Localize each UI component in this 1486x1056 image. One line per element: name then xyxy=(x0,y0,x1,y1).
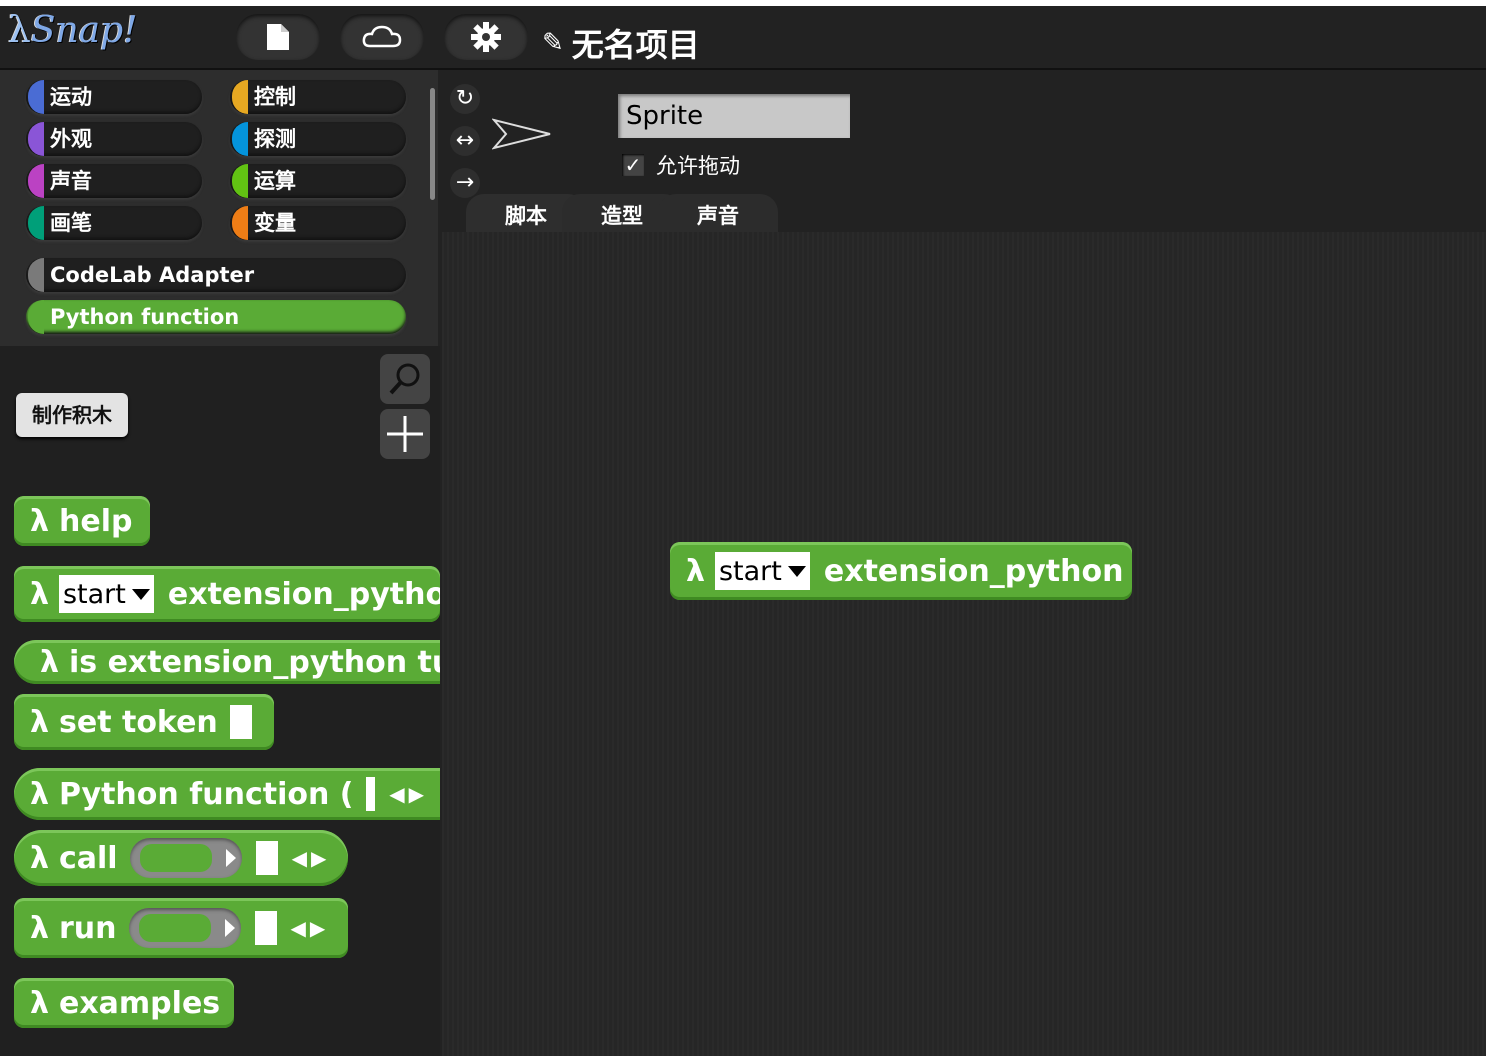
lambda-icon: λ xyxy=(30,840,49,876)
action-dropdown[interactable]: start xyxy=(58,575,154,613)
triangle-right-icon xyxy=(224,919,235,937)
block-label: extension_pytho xyxy=(167,576,440,612)
sprite-arrow-icon xyxy=(492,118,551,150)
category-label: 探测 xyxy=(254,127,296,151)
call-block[interactable]: λ call ◀▶ xyxy=(14,830,348,886)
arity-arrows-icon[interactable]: ◀▶ xyxy=(389,782,428,806)
caret-down-icon xyxy=(131,588,150,600)
category-label: 运算 xyxy=(254,169,296,193)
magnifier-icon xyxy=(389,363,420,395)
allow-drag-label: 允许拖动 xyxy=(656,154,740,178)
help-block[interactable]: λ help xyxy=(14,496,150,546)
allow-drag-row[interactable]: ✓ 允许拖动 xyxy=(622,150,740,180)
lambda-icon: λ xyxy=(40,644,59,680)
tab-sounds[interactable]: 声音 xyxy=(658,194,778,236)
file-button[interactable] xyxy=(236,14,320,60)
python-function-reporter-block[interactable]: λ Python function ( ◀▶ xyxy=(14,768,440,820)
top-bar: λSnap! ✎ 无名项目 xyxy=(0,6,1486,70)
gear-icon xyxy=(471,22,501,52)
category-control[interactable]: 控制 xyxy=(230,80,406,114)
project-title: 无名项目 xyxy=(571,26,700,64)
lambda-icon: λ xyxy=(30,776,49,812)
category-operators[interactable]: 运算 xyxy=(230,164,406,198)
script-extension-python-block[interactable]: λ start extension_python xyxy=(670,542,1132,600)
category-sound[interactable]: 声音 xyxy=(26,164,202,198)
category-label: Python function xyxy=(50,305,240,329)
script-area[interactable] xyxy=(442,232,1486,1056)
category-color-swatch xyxy=(232,206,248,240)
file-icon xyxy=(267,24,289,50)
category-color-swatch xyxy=(28,122,44,156)
block-label: run xyxy=(58,910,117,946)
pencil-icon: ✎ xyxy=(542,28,564,58)
cloud-icon xyxy=(362,25,402,48)
category-label: 外观 xyxy=(50,127,92,151)
caret-down-icon xyxy=(787,565,806,577)
category-color-swatch xyxy=(232,122,248,156)
settings-button[interactable] xyxy=(444,14,528,60)
category-color-swatch xyxy=(28,300,44,334)
sprite-name-input[interactable]: Sprite xyxy=(618,94,850,138)
category-label: 变量 xyxy=(254,211,296,235)
call-input-slot[interactable] xyxy=(255,841,278,875)
category-label: 控制 xyxy=(254,85,296,109)
category-sensing[interactable]: 探测 xyxy=(230,122,406,156)
category-variables[interactable]: 变量 xyxy=(230,206,406,240)
function-input-slot[interactable] xyxy=(365,777,376,811)
ring-slot[interactable] xyxy=(129,838,242,878)
category-looks[interactable]: 外观 xyxy=(26,122,202,156)
plus-icon xyxy=(387,416,423,452)
category-color-swatch xyxy=(28,206,44,240)
block-label: set token xyxy=(58,704,218,740)
category-label: CodeLab Adapter xyxy=(50,263,255,287)
run-input-slot[interactable] xyxy=(254,911,277,945)
make-block-button[interactable]: 制作积木 xyxy=(16,393,128,437)
block-label: extension_python xyxy=(823,553,1124,589)
rotate-any-icon[interactable]: ↻ xyxy=(450,84,480,114)
triangle-right-icon xyxy=(225,849,236,867)
category-scrollbar[interactable] xyxy=(430,88,435,200)
block-label: Python function ( xyxy=(58,776,354,812)
block-label: examples xyxy=(58,985,221,1021)
is-extension-python-predicate-block[interactable]: λ is extension_python tu xyxy=(14,640,440,684)
add-button[interactable] xyxy=(380,409,430,459)
examples-block[interactable]: λ examples xyxy=(14,978,234,1028)
category-motion[interactable]: 运动 xyxy=(26,80,202,114)
lambda-icon: λ xyxy=(30,576,49,612)
set-token-block[interactable]: λ set token xyxy=(14,694,274,750)
lambda-icon: λ xyxy=(30,704,49,740)
category-color-swatch xyxy=(28,164,44,198)
extension-python-command-block[interactable]: λ start extension_pytho xyxy=(14,566,440,622)
token-input-slot[interactable] xyxy=(229,705,252,739)
project-title-row[interactable]: ✎ 无名项目 xyxy=(542,20,700,66)
block-label: help xyxy=(58,503,133,539)
block-label: is extension_python tu xyxy=(68,644,440,680)
action-dropdown[interactable]: start xyxy=(714,552,810,590)
lambda-icon: λ xyxy=(30,985,49,1021)
search-blocks-button[interactable] xyxy=(380,354,430,404)
category-label: 声音 xyxy=(50,169,92,193)
category-codelab-adapter[interactable]: CodeLab Adapter xyxy=(26,258,406,292)
lambda-icon: λ xyxy=(30,910,49,946)
snap-logo[interactable]: λSnap! xyxy=(8,10,138,51)
category-color-swatch xyxy=(232,164,248,198)
arity-arrows-icon[interactable]: ◀▶ xyxy=(292,846,331,870)
category-label: 画笔 xyxy=(50,211,92,235)
category-python-function[interactable]: Python function xyxy=(26,300,406,334)
block-label: call xyxy=(58,840,118,876)
run-block[interactable]: λ run ◀▶ xyxy=(14,898,348,958)
ring-slot[interactable] xyxy=(128,908,241,948)
lambda-icon: λ xyxy=(686,553,705,589)
no-rotate-icon[interactable]: → xyxy=(450,168,480,198)
allow-drag-checkbox[interactable]: ✓ xyxy=(622,154,644,176)
category-pen[interactable]: 画笔 xyxy=(26,206,202,240)
category-color-swatch xyxy=(28,80,44,114)
arity-arrows-icon[interactable]: ◀▶ xyxy=(291,916,330,940)
lambda-icon: λ xyxy=(30,503,49,539)
category-color-swatch xyxy=(28,258,44,292)
cloud-button[interactable] xyxy=(340,14,424,60)
rotate-lr-icon[interactable]: ↔ xyxy=(450,126,480,156)
category-label: 运动 xyxy=(50,85,92,109)
category-color-swatch xyxy=(232,80,248,114)
